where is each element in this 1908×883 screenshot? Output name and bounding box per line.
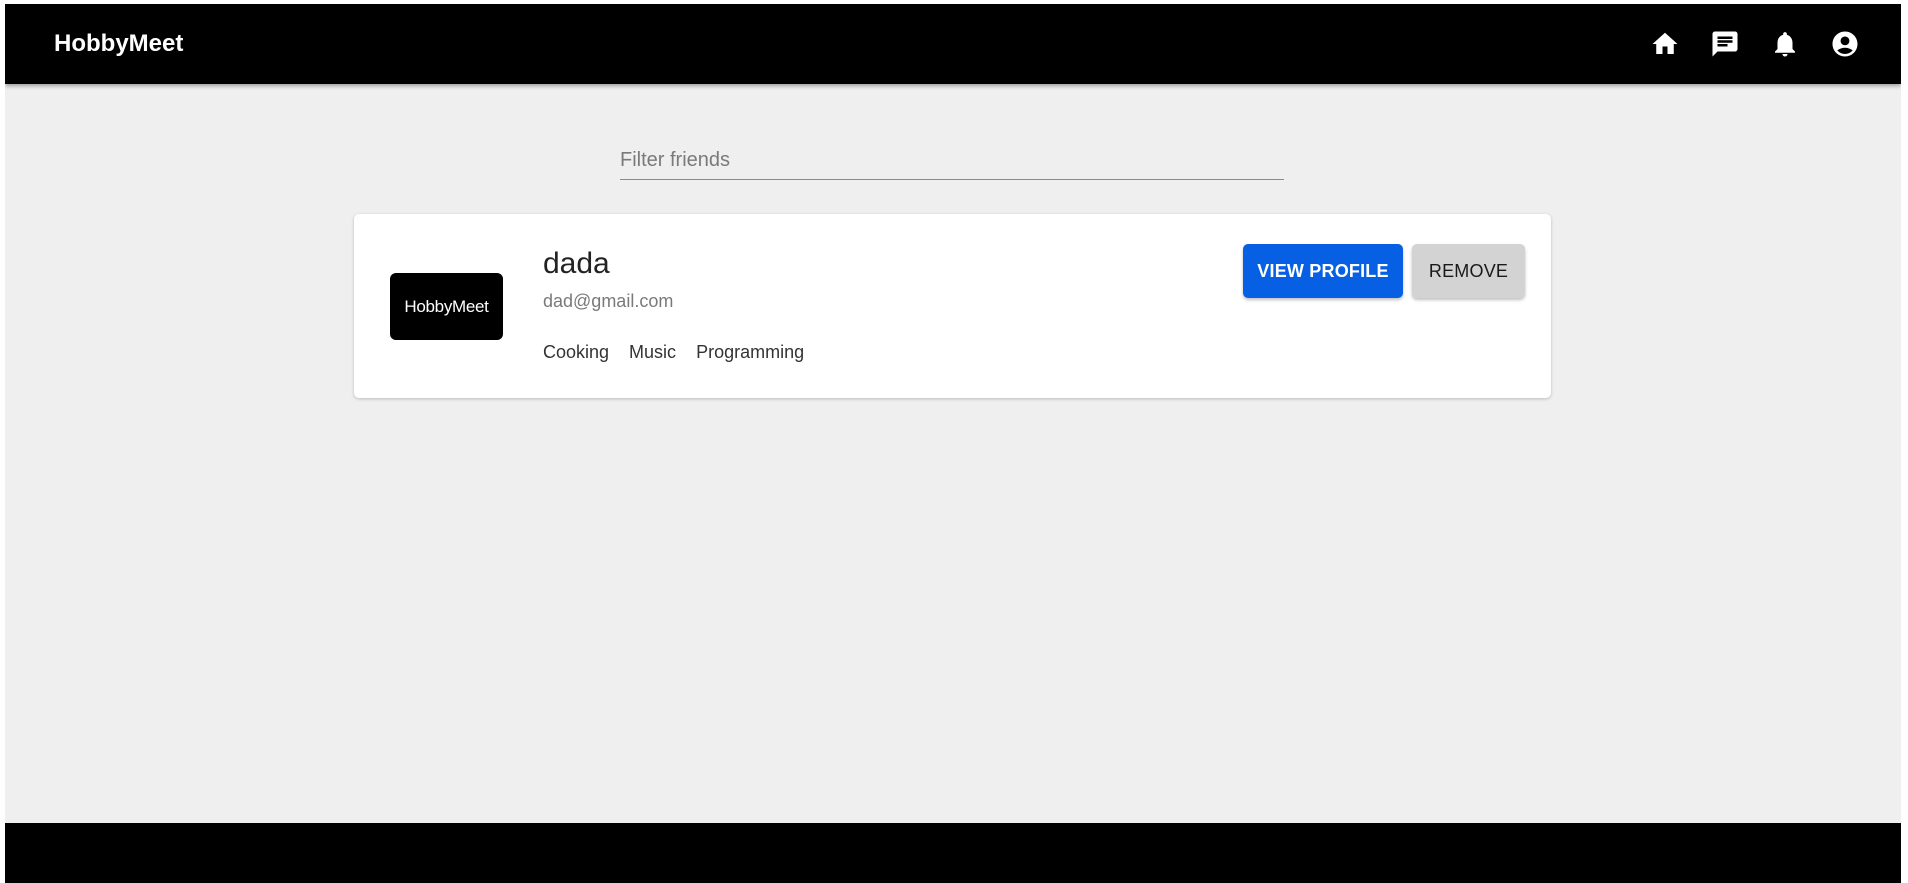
friend-email: dad@gmail.com	[543, 291, 674, 311]
account-icon[interactable]	[1829, 28, 1861, 60]
friend-card: HobbyMeet dada dad@gmail.com Cooking Mus…	[354, 214, 1551, 398]
footer	[5, 823, 1901, 883]
chat-icon[interactable]	[1709, 28, 1741, 60]
remove-friend-button[interactable]: REMOVE	[1412, 244, 1525, 298]
hobby-tag: Cooking	[543, 342, 610, 362]
notifications-icon[interactable]	[1769, 28, 1801, 60]
filter-field	[620, 141, 1284, 180]
filter-friends-input[interactable]	[620, 141, 1284, 179]
view-profile-button[interactable]: VIEW PROFILE	[1243, 244, 1403, 298]
friend-name: dada	[543, 247, 610, 280]
hobby-tag: Programming	[696, 342, 805, 362]
avatar-logo-text: HobbyMeet	[404, 296, 489, 316]
app-frame: HobbyMeet HobbyMeet dada dad@gmail.com C…	[5, 4, 1901, 883]
hobby-tag: Music	[629, 342, 677, 362]
avatar: HobbyMeet	[390, 273, 503, 340]
app-bar: HobbyMeet	[5, 4, 1901, 84]
hobby-list: Cooking Music Programming	[543, 341, 804, 363]
home-icon[interactable]	[1649, 28, 1681, 60]
app-title[interactable]: HobbyMeet	[54, 28, 183, 60]
